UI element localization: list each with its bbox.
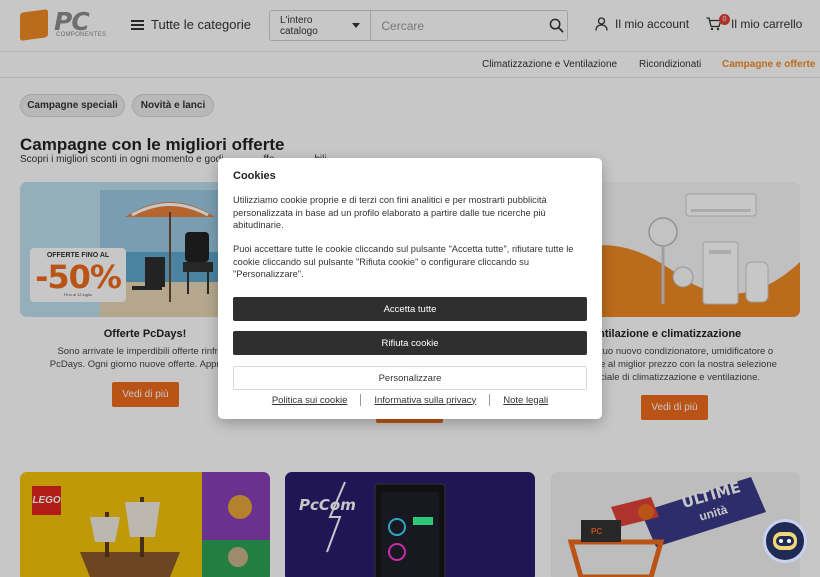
- reject-cookies-button[interactable]: Rifiuta cookie: [233, 331, 587, 355]
- cookie-dialog-paragraph1: Utilizziamo cookie proprie e di terzi co…: [233, 195, 547, 230]
- legal-notes-link[interactable]: Note legali: [490, 395, 561, 406]
- chatbot-launcher[interactable]: [763, 519, 807, 563]
- customize-cookies-button[interactable]: Personalizzare: [233, 366, 587, 390]
- privacy-policy-link[interactable]: Informativa sulla privacy: [361, 395, 489, 406]
- cookie-policy-link[interactable]: Politica sui cookie: [259, 395, 361, 406]
- cookie-dialog-paragraph2: Puoi accettare tutte le cookie cliccando…: [233, 244, 574, 279]
- accept-all-cookies-button[interactable]: Accetta tutte: [233, 297, 587, 321]
- cookie-dialog-title: Cookies: [233, 170, 276, 182]
- cookie-dialog-links: Politica sui cookie Informativa sulla pr…: [218, 394, 602, 406]
- robot-icon: [773, 532, 797, 550]
- cookie-consent-dialog: Cookies Utilizziamo cookie proprie e di …: [218, 158, 602, 419]
